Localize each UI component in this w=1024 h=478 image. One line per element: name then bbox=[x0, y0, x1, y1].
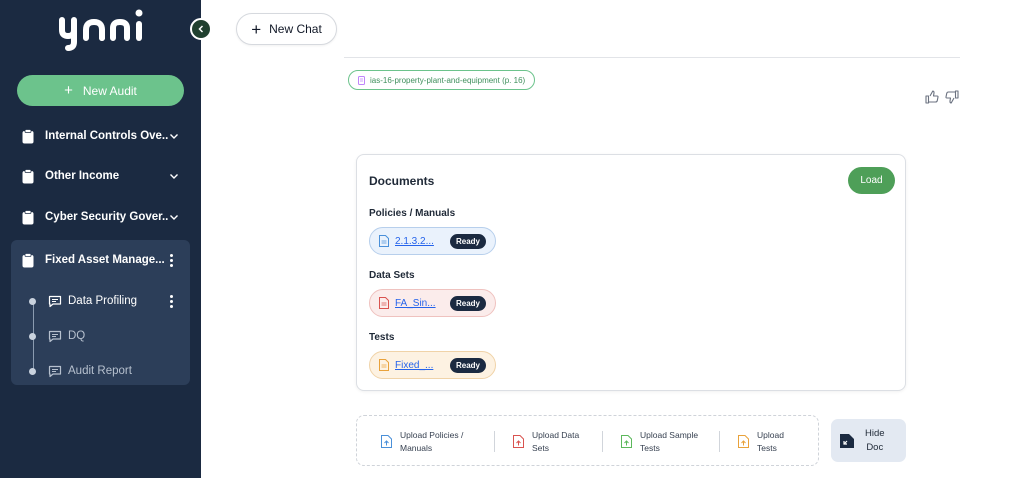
document-chip-tests[interactable]: Fixed_... Ready bbox=[369, 351, 496, 379]
plus-icon: + bbox=[64, 82, 73, 99]
sidebar-item-label: Cyber Security Gover... bbox=[45, 211, 168, 223]
section-title-tests: Tests bbox=[369, 332, 395, 343]
section-title-datasets: Data Sets bbox=[369, 270, 415, 281]
sidebar-item-label: Fixed Asset Manage... bbox=[45, 254, 164, 266]
source-chip-label: ias-16-property-plant-and-equipment (p. … bbox=[370, 75, 526, 85]
file-icon bbox=[379, 359, 389, 371]
sub-item-label: Data Profiling bbox=[68, 295, 138, 307]
divider bbox=[344, 57, 960, 58]
sidebar-item-internal-controls[interactable]: Internal Controls Ove... bbox=[12, 118, 190, 154]
new-audit-button[interactable]: + New Audit bbox=[17, 75, 184, 106]
collapse-sidebar-button[interactable] bbox=[190, 18, 212, 40]
sub-item-label: Audit Report bbox=[68, 365, 132, 377]
chevron-down-icon bbox=[170, 174, 178, 179]
tree-dot bbox=[29, 332, 36, 340]
document-file-link[interactable]: FA_Sin... bbox=[395, 298, 439, 309]
document-file-link[interactable]: Fixed_... bbox=[395, 360, 439, 371]
document-chip-policies[interactable]: 2.1.3.2... Ready bbox=[369, 227, 496, 255]
hide-doc-button[interactable]: Hide Doc bbox=[831, 419, 906, 462]
upload-label: Upload Tests bbox=[757, 429, 784, 453]
sidebar-item-label: Other Income bbox=[45, 170, 120, 182]
new-audit-label: New Audit bbox=[82, 83, 137, 98]
chevron-left-icon bbox=[198, 25, 204, 33]
chat-icon bbox=[48, 330, 62, 342]
plus-icon: + bbox=[251, 19, 262, 39]
upload-file-icon bbox=[621, 435, 632, 448]
upload-tests-button[interactable]: Upload Tests bbox=[738, 416, 784, 467]
separator bbox=[719, 431, 720, 452]
chevron-down-icon bbox=[170, 215, 178, 220]
new-chat-button[interactable]: + New Chat bbox=[236, 13, 337, 45]
clipboard-icon bbox=[22, 209, 34, 224]
thumbs-down-icon[interactable] bbox=[945, 90, 959, 104]
hide-doc-label: Hide Doc bbox=[865, 427, 885, 453]
ready-badge: Ready bbox=[449, 233, 486, 249]
sidebar: + New Audit Internal Controls Ove... Oth… bbox=[0, 0, 201, 478]
tree-dot bbox=[29, 367, 36, 375]
more-options-icon[interactable] bbox=[164, 253, 178, 267]
sub-item-label: DQ bbox=[68, 330, 86, 342]
feedback-buttons bbox=[925, 90, 959, 104]
more-options-icon[interactable] bbox=[164, 294, 178, 308]
upload-label: Upload Policies / Manuals bbox=[400, 429, 464, 453]
separator bbox=[494, 431, 495, 452]
new-chat-label: New Chat bbox=[269, 22, 322, 36]
clipboard-icon bbox=[22, 252, 34, 267]
documents-card: Documents Load Policies / Manuals 2.1.3.… bbox=[356, 154, 906, 391]
hide-document-icon bbox=[840, 433, 854, 448]
document-file-link[interactable]: 2.1.3.2... bbox=[395, 236, 439, 247]
tree-dot bbox=[29, 297, 36, 305]
sidebar-item-other-income[interactable]: Other Income bbox=[12, 158, 190, 194]
upload-sample-tests-button[interactable]: Upload Sample Tests bbox=[621, 416, 698, 467]
thumbs-up-icon[interactable] bbox=[925, 90, 939, 104]
sidebar-item-label: Internal Controls Ove... bbox=[45, 130, 168, 142]
upload-file-icon bbox=[738, 435, 749, 448]
upload-label: Upload Data Sets bbox=[532, 429, 580, 453]
app-logo bbox=[56, 6, 146, 54]
chevron-down-icon bbox=[170, 134, 178, 139]
sub-item-data-profiling[interactable]: Data Profiling bbox=[29, 289, 189, 313]
document-chip-datasets[interactable]: FA_Sin... Ready bbox=[369, 289, 496, 317]
clipboard-icon bbox=[22, 128, 34, 143]
file-icon bbox=[379, 235, 389, 247]
ready-badge: Ready bbox=[449, 357, 486, 373]
separator bbox=[602, 431, 603, 452]
upload-policies-button[interactable]: Upload Policies / Manuals bbox=[381, 416, 463, 467]
file-icon bbox=[379, 297, 389, 309]
section-title-policies: Policies / Manuals bbox=[369, 208, 456, 219]
upload-datasets-button[interactable]: Upload Data Sets bbox=[513, 416, 579, 467]
sidebar-item-cyber-security[interactable]: Cyber Security Gover... bbox=[12, 199, 190, 235]
chat-icon bbox=[48, 295, 62, 307]
load-button[interactable]: Load bbox=[848, 167, 895, 194]
sidebar-item-fixed-asset[interactable]: Fixed Asset Manage... bbox=[12, 242, 190, 278]
sub-item-dq[interactable]: DQ bbox=[29, 324, 189, 348]
upload-file-icon bbox=[513, 435, 524, 448]
sub-item-audit-report[interactable]: Audit Report bbox=[29, 359, 189, 383]
upload-bar: Upload Policies / Manuals Upload Data Se… bbox=[356, 415, 819, 466]
clipboard-icon bbox=[22, 168, 34, 183]
yani-logo-mark bbox=[59, 9, 143, 51]
source-citation-chip[interactable]: ias-16-property-plant-and-equipment (p. … bbox=[348, 70, 536, 90]
upload-file-icon bbox=[381, 435, 392, 448]
upload-label: Upload Sample Tests bbox=[640, 429, 699, 453]
sidebar-active-group: Fixed Asset Manage... Data Profiling DQ … bbox=[11, 240, 190, 385]
documents-title: Documents bbox=[369, 174, 435, 188]
chat-icon bbox=[48, 365, 62, 377]
document-icon bbox=[358, 75, 365, 85]
ready-badge: Ready bbox=[449, 295, 486, 311]
